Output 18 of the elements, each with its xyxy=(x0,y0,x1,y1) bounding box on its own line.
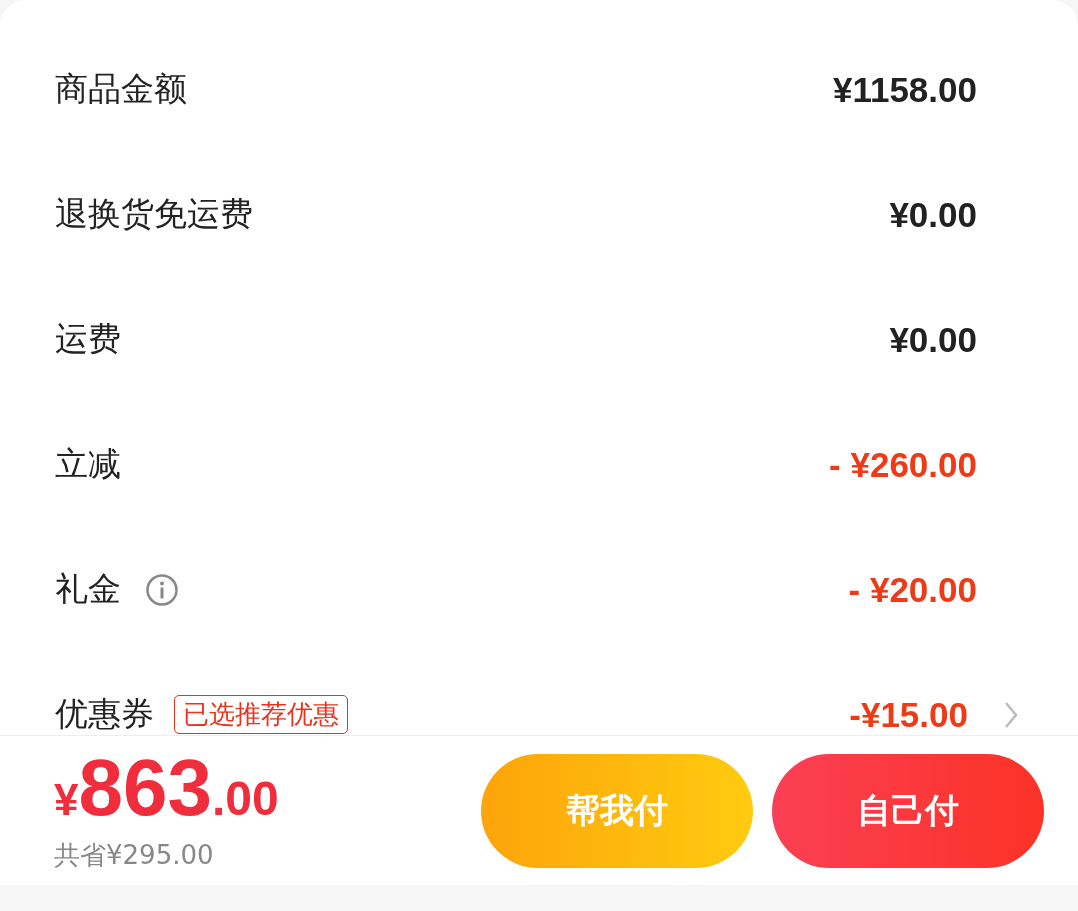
row-label: 礼金 xyxy=(55,568,121,610)
total-price: ¥863.00 xyxy=(54,748,280,828)
chevron-icon[interactable] xyxy=(1004,700,1018,729)
row-value: -¥15.00 xyxy=(849,694,968,735)
row-value: ¥0.00 xyxy=(889,194,977,235)
coupon-tag: 已选推荐优惠 xyxy=(174,695,348,734)
row-label: 优惠券 xyxy=(55,693,154,735)
row-value: ¥1158.00 xyxy=(832,69,977,110)
row-label: 退换货免运费 xyxy=(55,193,253,235)
row-value: - ¥20.00 xyxy=(848,569,977,610)
row-label: 运费 xyxy=(55,318,121,360)
row-value: - ¥260.00 xyxy=(829,444,977,485)
info-icon[interactable] xyxy=(145,572,179,607)
row-value: ¥0.00 xyxy=(889,319,977,360)
row-label: 商品金额 xyxy=(55,68,187,110)
saved-amount: 共省¥295.00 xyxy=(54,839,215,872)
pay-button[interactable]: 自己付 xyxy=(772,753,1044,868)
row-label: 立减 xyxy=(55,443,121,485)
